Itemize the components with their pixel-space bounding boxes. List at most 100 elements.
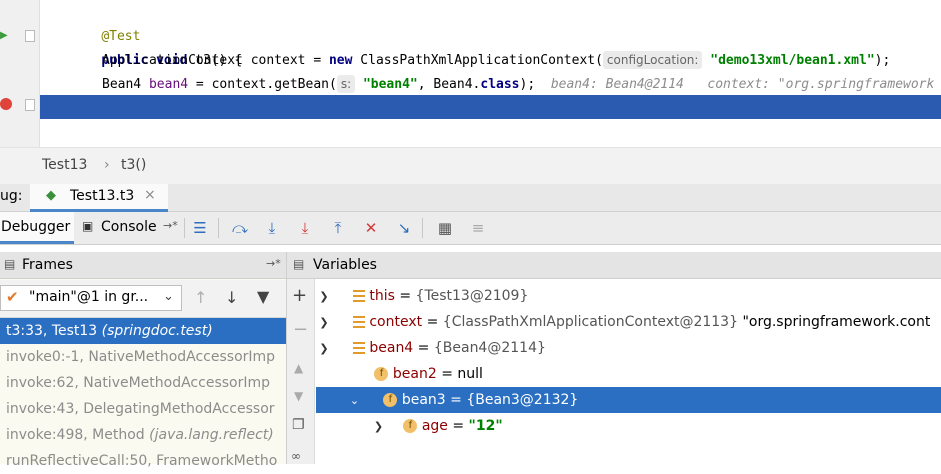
chevron-down-icon: ⌄ xyxy=(163,289,174,304)
string-literal: "bean4" xyxy=(362,77,418,92)
thread-name: "main"@1 in gr... xyxy=(29,289,149,305)
tab-debugger[interactable]: Debugger xyxy=(0,212,74,244)
previous-frame-icon[interactable]: ↑ xyxy=(194,288,207,307)
variable-row-selected[interactable]: ⌄ f bean3 = {Bean3@2132} xyxy=(316,387,941,413)
code-text: ); xyxy=(519,77,536,92)
breakpoint-icon[interactable] xyxy=(0,98,12,110)
breadcrumb-class[interactable]: Test13 xyxy=(42,157,87,173)
frame-package: (java.lang.reflect) xyxy=(149,427,274,443)
breadcrumb: Test13 › t3() xyxy=(0,147,941,184)
show-execution-point-icon[interactable]: ☰ xyxy=(188,216,212,240)
code-editor[interactable]: ▶ @Test public void t3() { ApplicationCo… xyxy=(0,0,941,147)
variable-icon xyxy=(352,342,365,354)
chevron-right-icon[interactable]: ❯ xyxy=(316,310,332,335)
variable-equals: = xyxy=(447,418,469,434)
fold-icon[interactable] xyxy=(25,30,35,42)
fold-icon[interactable] xyxy=(25,99,35,111)
debugger-toolbar: Debugger ▣ Console →* ☰ ⤼ ⤓ ⤓ ⤒ ✕ ↘ ▦ ≡ xyxy=(0,212,941,245)
chevron-right-icon[interactable]: ❯ xyxy=(370,414,386,439)
move-down-icon[interactable]: ▼ xyxy=(294,389,303,403)
pin-icon[interactable]: →* xyxy=(266,257,281,270)
variable-row[interactable]: f bean2 = null xyxy=(316,361,941,387)
debug-session-tab[interactable]: ◆ Test13.t3 × xyxy=(30,184,168,212)
tab-debugger-label: Debugger xyxy=(1,219,71,235)
variable-equals: = xyxy=(422,314,443,330)
variable-icon xyxy=(352,290,365,302)
variable-row[interactable]: ❯ f age = "12" xyxy=(316,413,941,439)
keyword: new xyxy=(328,53,353,68)
code-text: = context.getBean( xyxy=(188,77,337,92)
frame-row[interactable]: invoke:62, NativeMethodAccessorImp xyxy=(0,370,286,396)
breadcrumb-separator: › xyxy=(104,157,110,173)
inline-debug-values: bean4: Bean4@2114 context: "org.springfr… xyxy=(550,77,935,92)
chevron-down-icon[interactable]: ❯ xyxy=(316,336,332,361)
variable-icon xyxy=(352,316,365,328)
filter-icon[interactable]: ▼ xyxy=(257,287,269,306)
glasses-icon[interactable]: ∞ xyxy=(291,449,301,463)
variable-value: {Bean4@2114} xyxy=(433,340,546,356)
code-text: ApplicationContext context = xyxy=(102,53,329,68)
tab-console-label: Console xyxy=(101,219,157,235)
code-line-annotation: @Test xyxy=(70,1,941,44)
code-text: ); xyxy=(874,53,891,68)
console-icon: ▣ xyxy=(82,219,94,233)
toolbar-separator xyxy=(422,218,423,238)
variable-value: "12" xyxy=(468,418,503,434)
frame-row-selected[interactable]: t3:33, Test13 (springdoc.test) xyxy=(0,318,286,344)
toolbar-separator xyxy=(184,218,185,238)
debug-label: ug: xyxy=(0,188,23,204)
string-literal: "demo13xml/bean1.xml" xyxy=(710,53,875,68)
tab-console[interactable]: ▣ Console →* xyxy=(80,212,184,244)
remove-watch-icon[interactable]: − xyxy=(293,319,308,340)
code-line-getbean: Bean4 bean4 = context.getBean(s: "bean4"… xyxy=(102,73,941,97)
frame-row[interactable]: runReflectiveCall:50, FrameworkMetho xyxy=(0,448,286,474)
debug-run-icon: ◆ xyxy=(46,188,56,203)
variables-side-toolbar: + − ▲ ▼ ❐ ∞ xyxy=(287,279,315,464)
variable-row[interactable]: ❯ this = {Test13@2109} xyxy=(316,283,941,309)
force-step-into-icon[interactable]: ⤓ xyxy=(293,216,317,240)
frames-header: ▤ Frames →* xyxy=(0,252,286,279)
step-out-icon[interactable]: ⤒ xyxy=(326,216,350,240)
variable-name: this xyxy=(369,288,395,304)
frame-row[interactable]: invoke:43, DelegatingMethodAccessor xyxy=(0,396,286,422)
step-into-icon[interactable]: ⤓ xyxy=(260,216,284,240)
variable-row[interactable]: ❯ context = {ClassPathXmlApplicationCont… xyxy=(316,309,941,335)
variable-value: null xyxy=(457,366,483,382)
variable-equals: = xyxy=(394,288,416,304)
close-icon[interactable]: × xyxy=(144,187,156,203)
keyword: class xyxy=(480,77,520,92)
copy-icon[interactable]: ❐ xyxy=(292,417,305,433)
breadcrumb-method[interactable]: t3() xyxy=(121,157,146,173)
check-icon: ✔ xyxy=(6,288,19,306)
variable-row[interactable]: ❯ bean4 = {Bean4@2114} xyxy=(316,335,941,361)
add-watch-icon[interactable]: + xyxy=(292,285,307,306)
parameter-hint: s: xyxy=(336,75,356,93)
drop-frame-icon[interactable]: ✕ xyxy=(359,216,383,240)
frame-text: runReflectiveCall:50, FrameworkMetho xyxy=(6,453,278,469)
toolbar-separator xyxy=(218,218,219,238)
thread-dropdown[interactable]: ✔ "main"@1 in gr... ⌄ xyxy=(0,285,182,311)
variable-value: {Bean3@2132} xyxy=(466,392,579,408)
step-over-icon[interactable]: ⤼ xyxy=(228,216,252,240)
trace-stream-icon[interactable]: ≡ xyxy=(466,216,490,240)
thread-selector-row: ✔ "main"@1 in gr... ⌄ ↑ ↓ ▼ xyxy=(0,280,286,318)
variables-icon: ▤ xyxy=(293,257,305,271)
frame-row[interactable]: invoke0:-1, NativeMethodAccessorImp xyxy=(0,344,286,370)
frame-text: invoke:62, NativeMethodAccessorImp xyxy=(6,375,271,391)
run-test-icon[interactable]: ▶ xyxy=(0,30,8,42)
frame-row[interactable]: invoke:498, Method (java.lang.reflect) xyxy=(0,422,286,448)
field-icon: f xyxy=(374,367,389,381)
run-to-cursor-icon[interactable]: ↘ xyxy=(392,216,416,240)
chevron-right-icon[interactable]: ❯ xyxy=(316,284,332,309)
debug-tab-label: Test13.t3 xyxy=(70,188,135,204)
move-up-icon[interactable]: ▲ xyxy=(294,361,303,375)
code-line-context: ApplicationContext context = new ClassPa… xyxy=(102,49,941,73)
frame-text: t3:33, Test13 xyxy=(6,323,102,339)
field-icon: f xyxy=(383,393,398,407)
frame-text: invoke:43, DelegatingMethodAccessor xyxy=(6,401,275,417)
code-text: ClassPathXmlApplicationContext( xyxy=(352,53,603,68)
next-frame-icon[interactable]: ↓ xyxy=(225,288,238,307)
editor-gutter[interactable] xyxy=(0,0,40,147)
chevron-down-icon[interactable]: ⌄ xyxy=(346,388,362,413)
evaluate-expression-icon[interactable]: ▦ xyxy=(433,216,457,240)
